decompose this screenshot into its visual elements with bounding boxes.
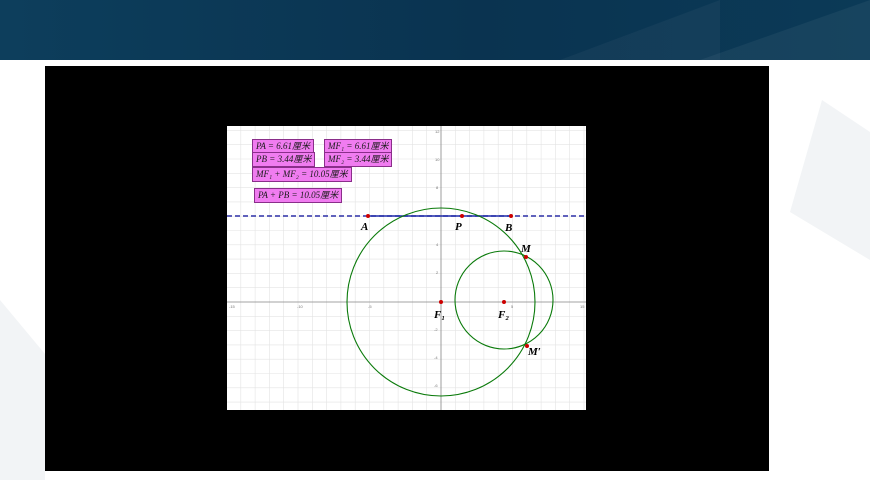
x-tick-label: -15 [229, 304, 236, 309]
point-a[interactable] [366, 214, 370, 218]
label-m-prime: M′ [527, 346, 541, 358]
y-tick-label: -6 [434, 383, 438, 388]
header-decoration [700, 0, 870, 60]
label-p: P [455, 221, 462, 233]
point-f2[interactable] [502, 300, 506, 304]
label-f2: F₂ [497, 309, 509, 321]
background-decoration [0, 300, 45, 480]
background-decoration [790, 100, 870, 260]
header-decoration [560, 0, 720, 60]
measure-mf2[interactable]: MF₂ = 3.44厘米 [324, 152, 393, 167]
point-p[interactable] [460, 214, 464, 218]
measure-pb[interactable]: PB = 3.44厘米 [252, 152, 316, 167]
x-tick-label: -10 [297, 304, 304, 309]
measure-mf-sum[interactable]: MF₁ + MF₂ = 10.05厘米 [252, 167, 352, 182]
y-tick-label: 2 [436, 270, 439, 275]
x-tick-label: -5 [368, 304, 372, 309]
y-tick-label: 10 [435, 157, 440, 162]
geometry-figure: -15 -10 -5 5 15 12 10 8 4 2 -2 -4 -6 A P… [227, 126, 586, 410]
y-tick-label: 12 [435, 129, 440, 134]
y-tick-label: -2 [434, 327, 438, 332]
point-b[interactable] [509, 214, 513, 218]
point-m[interactable] [524, 255, 528, 259]
x-tick-label: 5 [511, 304, 514, 309]
x-tick-label: 15 [580, 304, 585, 309]
label-b: B [504, 222, 512, 234]
label-m: M [520, 243, 532, 255]
label-f1: F₁ [433, 309, 445, 321]
label-a: A [360, 221, 368, 233]
point-f1[interactable] [439, 300, 443, 304]
measure-pa-pb-sum[interactable]: PA + PB = 10.05厘米 [254, 188, 343, 203]
header-bar [0, 0, 870, 60]
